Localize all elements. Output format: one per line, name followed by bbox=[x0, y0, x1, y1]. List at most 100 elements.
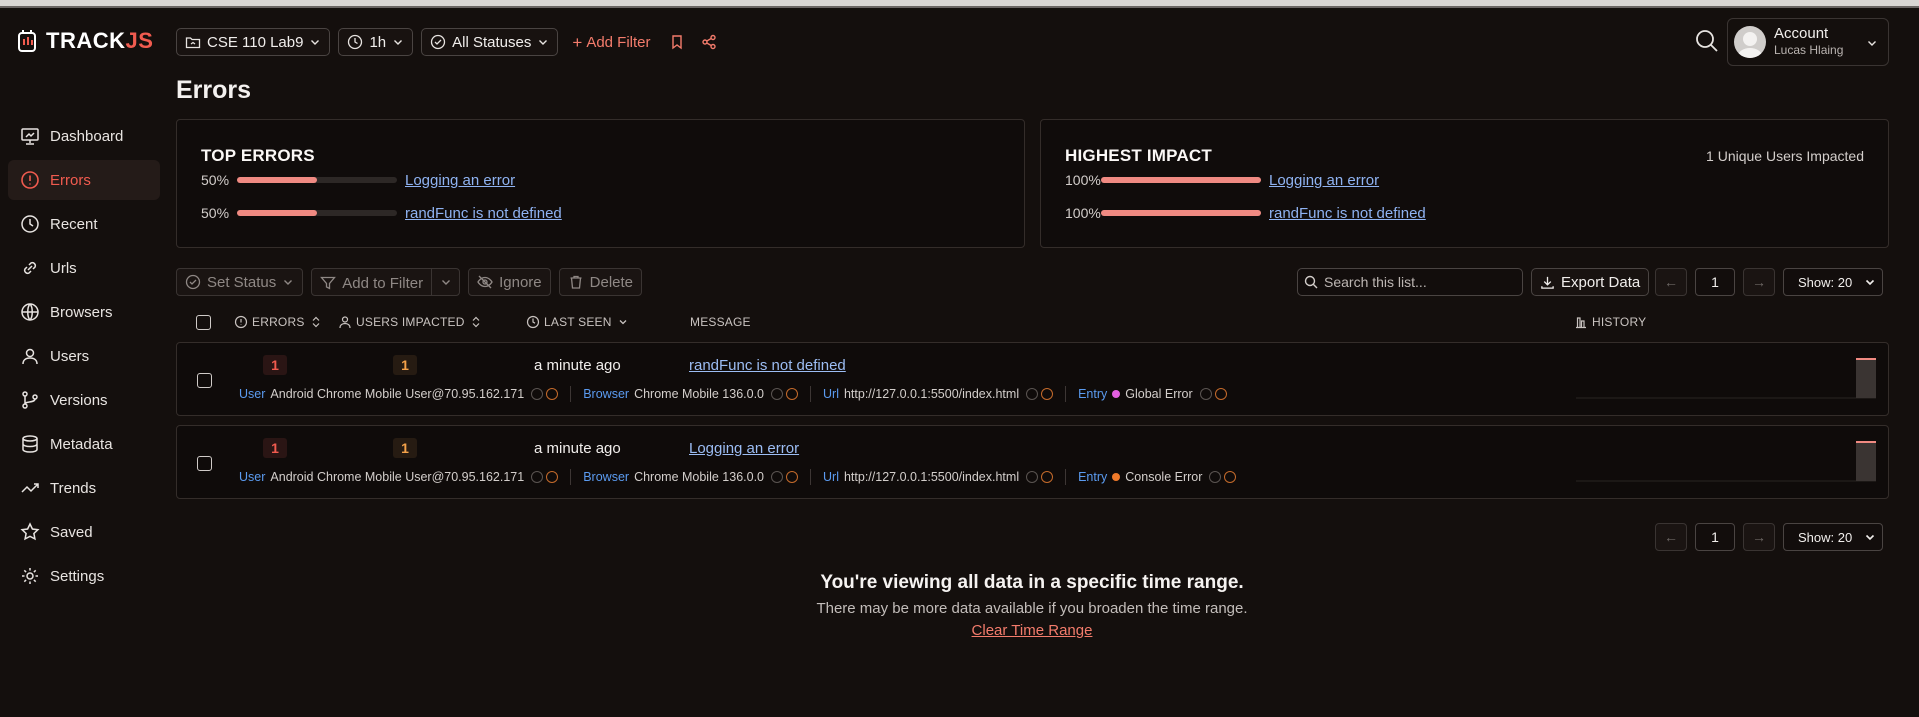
clock-icon bbox=[21, 215, 39, 233]
add-to-filter-button[interactable]: Add to Filter bbox=[312, 269, 431, 297]
top-error-link[interactable]: randFunc is not defined bbox=[405, 205, 562, 222]
page-number-input[interactable]: 1 bbox=[1695, 523, 1735, 551]
alert-circle-icon bbox=[21, 171, 39, 189]
plus-icon: + bbox=[572, 32, 583, 52]
sidebar-item-recent[interactable]: Recent bbox=[8, 204, 160, 244]
sidebar-item-urls[interactable]: Urls bbox=[8, 248, 160, 288]
export-data-label: Export Data bbox=[1561, 273, 1641, 291]
exclude-filter-icon[interactable] bbox=[1214, 388, 1227, 400]
sidebar-item-browsers[interactable]: Browsers bbox=[8, 292, 160, 332]
column-header-users-impacted[interactable]: USERS IMPACTED bbox=[338, 314, 483, 330]
column-header-last-seen[interactable]: LAST SEEN bbox=[526, 314, 630, 330]
select-all-checkbox[interactable] bbox=[196, 314, 211, 330]
exclude-filter-icon[interactable] bbox=[546, 388, 559, 400]
sidebar-item-label: Users bbox=[50, 347, 90, 365]
impact-bar-fill bbox=[1101, 177, 1261, 183]
error-meta: User Android Chrome Mobile User@70.95.16… bbox=[239, 469, 1237, 485]
trackjs-logo[interactable]: TRACKJS bbox=[16, 28, 153, 54]
error-message-link[interactable]: Logging an error bbox=[689, 440, 799, 457]
account-menu[interactable]: Account Lucas Hlaing bbox=[1727, 18, 1889, 66]
sidebar-item-saved[interactable]: Saved bbox=[8, 512, 160, 552]
prev-page-button[interactable]: ← bbox=[1655, 268, 1687, 296]
search-icon[interactable] bbox=[1694, 28, 1720, 54]
entry-type-dot bbox=[1112, 390, 1121, 398]
meta-key: Url bbox=[823, 470, 839, 484]
top-errors-card: TOP ERRORS 50% Logging an error 50% rand… bbox=[176, 119, 1025, 248]
column-header-message: MESSAGE bbox=[690, 314, 751, 330]
alert-circle-icon bbox=[234, 315, 248, 329]
page-size-label: Show: 20 bbox=[1798, 529, 1853, 545]
exclude-filter-icon[interactable] bbox=[546, 471, 559, 483]
bookmark-button[interactable] bbox=[665, 28, 689, 56]
checkbox[interactable] bbox=[196, 314, 211, 330]
pagination-top: ← 1 → Show: 20 bbox=[1655, 268, 1883, 296]
row-checkbox[interactable] bbox=[197, 373, 212, 388]
sidebar-item-users[interactable]: Users bbox=[8, 336, 160, 376]
add-filter-icon[interactable] bbox=[771, 388, 783, 400]
prev-page-button[interactable]: ← bbox=[1655, 523, 1687, 551]
page-size-select[interactable]: Show: 20 bbox=[1783, 268, 1883, 296]
arrow-left-icon: ← bbox=[1664, 529, 1678, 545]
exclude-filter-icon[interactable] bbox=[1041, 388, 1054, 400]
add-filter-icon[interactable] bbox=[1199, 388, 1212, 400]
sidebar-item-versions[interactable]: Versions bbox=[8, 380, 160, 420]
meta-value: http://127.0.0.1:5500/index.html bbox=[843, 470, 1020, 484]
add-filter-icon[interactable] bbox=[1026, 471, 1039, 483]
add-filter-icon[interactable] bbox=[1026, 388, 1039, 400]
check-circle-icon bbox=[431, 34, 446, 50]
column-header-label: ERRORS bbox=[252, 315, 305, 329]
add-filter-icon[interactable] bbox=[531, 388, 544, 400]
time-range-selector[interactable]: 1h bbox=[338, 28, 414, 56]
column-header-label: HISTORY bbox=[1592, 315, 1647, 329]
add-filter-icon[interactable] bbox=[531, 471, 544, 483]
status-filter-selector[interactable]: All Statuses bbox=[421, 28, 559, 56]
user-icon bbox=[339, 316, 351, 329]
page-size-select[interactable]: Show: 20 bbox=[1783, 523, 1883, 551]
meta-divider bbox=[570, 386, 572, 402]
clear-time-range-link[interactable]: Clear Time Range bbox=[972, 622, 1093, 639]
exclude-filter-icon[interactable] bbox=[1041, 471, 1054, 483]
impact-bar bbox=[1101, 210, 1261, 216]
ignore-button[interactable]: Ignore bbox=[468, 268, 551, 296]
meta-value: Android Chrome Mobile User@70.95.162.171 bbox=[270, 470, 525, 484]
export-data-button[interactable]: Export Data bbox=[1531, 268, 1649, 296]
add-filter-button[interactable]: + Add Filter bbox=[566, 34, 656, 51]
sidebar-item-dashboard[interactable]: Dashboard bbox=[8, 116, 160, 156]
sidebar-item-metadata[interactable]: Metadata bbox=[8, 424, 160, 464]
top-error-percent: 50% bbox=[201, 172, 230, 188]
sidebar-item-errors[interactable]: Errors bbox=[8, 160, 160, 200]
delete-button[interactable]: Delete bbox=[558, 268, 642, 296]
set-status-label: Set Status bbox=[207, 273, 277, 291]
list-search-input[interactable] bbox=[1324, 274, 1514, 290]
chevron-down-icon bbox=[1868, 41, 1876, 46]
table-row[interactable]: 1 1 a minute ago randFunc is not defined… bbox=[176, 342, 1889, 416]
logo-text: TRACKJS bbox=[46, 28, 154, 53]
page-number-input[interactable]: 1 bbox=[1695, 268, 1735, 296]
row-checkbox[interactable] bbox=[197, 456, 212, 471]
top-error-link[interactable]: Logging an error bbox=[405, 172, 515, 189]
table-row[interactable]: 1 1 a minute ago Logging an error User A… bbox=[176, 425, 1889, 499]
error-count-badge: 1 bbox=[263, 355, 287, 375]
add-filter-icon[interactable] bbox=[771, 471, 783, 483]
impact-link[interactable]: randFunc is not defined bbox=[1269, 205, 1426, 222]
add-to-filter-dropdown[interactable] bbox=[431, 269, 459, 295]
exclude-filter-icon[interactable] bbox=[1224, 471, 1237, 483]
add-filter-icon[interactable] bbox=[1209, 471, 1222, 483]
clock-icon bbox=[348, 34, 363, 50]
exclude-filter-icon[interactable] bbox=[786, 388, 798, 400]
set-status-button[interactable]: Set Status bbox=[176, 268, 304, 296]
column-header-errors[interactable]: ERRORS bbox=[234, 314, 323, 330]
sidebar-item-trends[interactable]: Trends bbox=[8, 468, 160, 508]
app-selector[interactable]: CSE 110 Lab9 bbox=[176, 28, 331, 56]
next-page-button[interactable]: → bbox=[1743, 523, 1775, 551]
error-message-link[interactable]: randFunc is not defined bbox=[689, 357, 846, 374]
meta-divider bbox=[1065, 386, 1067, 402]
impact-link[interactable]: Logging an error bbox=[1269, 172, 1379, 189]
chevron-down-icon bbox=[441, 280, 450, 285]
meta-filter-actions bbox=[1026, 471, 1054, 483]
share-button[interactable] bbox=[697, 28, 721, 56]
chevron-down-icon bbox=[539, 40, 548, 45]
next-page-button[interactable]: → bbox=[1743, 268, 1775, 296]
exclude-filter-icon[interactable] bbox=[786, 471, 798, 483]
meta-value: Console Error bbox=[1125, 470, 1203, 484]
